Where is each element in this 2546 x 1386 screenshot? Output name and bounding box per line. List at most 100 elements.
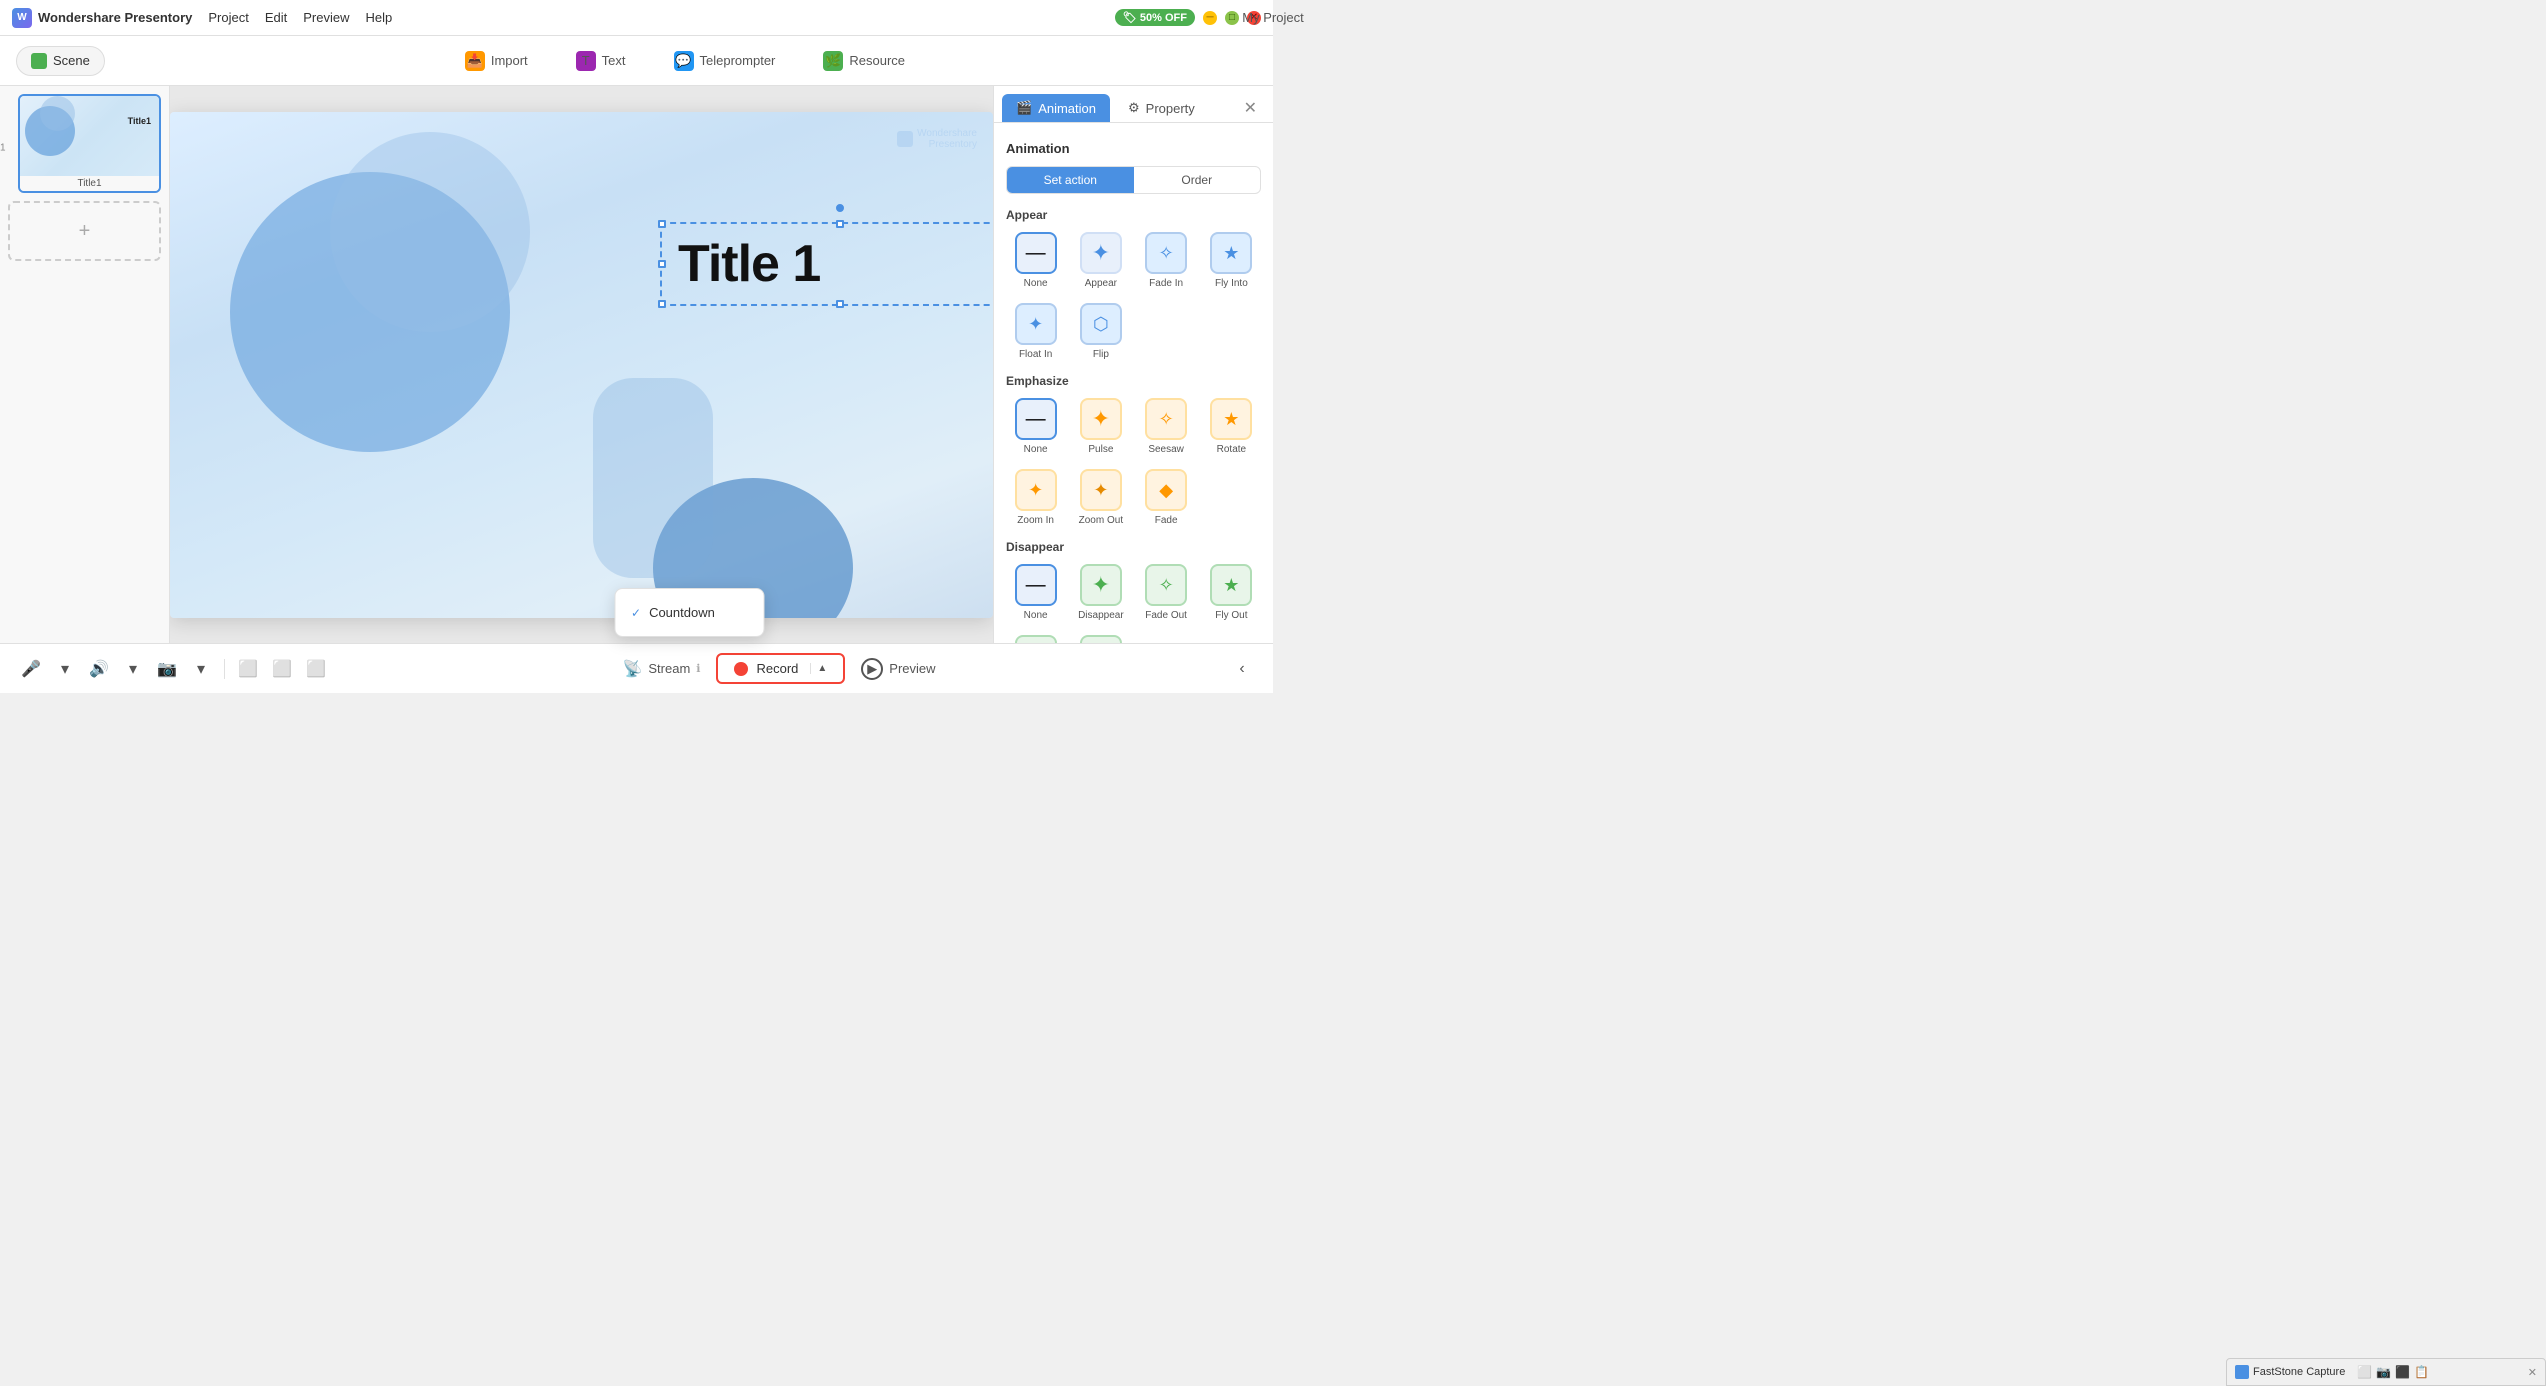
menu-preview[interactable]: Preview	[303, 6, 349, 29]
text-icon: T	[576, 51, 596, 71]
appear-fadein-icon: ✧	[1145, 232, 1187, 274]
emphasize-seesaw-label: Seesaw	[1148, 444, 1184, 455]
emphasize-seesaw-icon: ✧	[1145, 398, 1187, 440]
discount-badge[interactable]: 🏷 50% OFF	[1115, 9, 1195, 26]
toolbar: Scene 📥 Import T Text 💬 Teleprompter 🌿 R…	[0, 36, 1273, 86]
appear-section-label: Appear	[1006, 208, 1261, 222]
emphasize-none-label: None	[1024, 444, 1048, 455]
emphasize-zoomin-label: Zoom In	[1017, 515, 1054, 526]
disappear-disappear[interactable]: ✦ Disappear	[1071, 560, 1130, 625]
appear-none[interactable]: — None	[1006, 228, 1065, 293]
disappear-floatout[interactable]: ✦ Float Out	[1006, 631, 1065, 643]
scene-thumbnail[interactable]: Title1 Title1	[18, 94, 161, 193]
panel-close-button[interactable]: ✕	[1236, 94, 1265, 122]
emphasize-none-icon: —	[1015, 398, 1057, 440]
emphasize-rotate[interactable]: ★ Rotate	[1202, 394, 1261, 459]
handle-top-center[interactable]	[836, 220, 844, 228]
preview-button[interactable]: ▶ Preview	[861, 658, 935, 680]
record-dropdown-arrow[interactable]: ▲	[810, 663, 827, 674]
countdown-label: Countdown	[649, 605, 715, 620]
emphasize-zoomout[interactable]: ✦ Zoom Out	[1071, 465, 1130, 530]
fs-tool-3[interactable]: ⬛	[2395, 1365, 2410, 1379]
scene-label: Title1	[20, 176, 159, 191]
appear-appear[interactable]: ✦ Appear	[1071, 228, 1130, 293]
handle-mid-left[interactable]	[658, 260, 666, 268]
handle-bot-left[interactable]	[658, 300, 666, 308]
disappear-none-label: None	[1024, 610, 1048, 621]
chevron-left[interactable]: ‹	[1227, 654, 1257, 684]
countdown-item[interactable]: ✓ Countdown	[615, 597, 763, 628]
emphasize-pulse[interactable]: ✦ Pulse	[1071, 394, 1130, 459]
fs-tool-1[interactable]: ⬜	[2357, 1365, 2372, 1379]
fs-tool-4[interactable]: 📋	[2414, 1365, 2429, 1379]
camera-dropdown[interactable]: ▾	[186, 654, 216, 684]
thumb-deco-circle-2	[40, 96, 75, 131]
tab-property[interactable]: ⚙ Property	[1114, 94, 1209, 122]
title-text[interactable]: Title 1	[678, 234, 993, 294]
menu-project[interactable]: Project	[208, 6, 248, 29]
appear-fadein[interactable]: ✧ Fade In	[1137, 228, 1196, 293]
add-scene-button[interactable]: +	[8, 201, 161, 261]
resource-label: Resource	[849, 53, 905, 68]
disappear-fadeout[interactable]: ✧ Fade Out	[1137, 560, 1196, 625]
mic-dropdown[interactable]: ▾	[50, 654, 80, 684]
import-button[interactable]: 📥 Import	[457, 47, 536, 75]
appear-floatin-label: Float In	[1019, 349, 1052, 360]
fs-tool-2[interactable]: 📷	[2376, 1365, 2391, 1379]
emphasize-rotate-label: Rotate	[1217, 444, 1246, 455]
text-button[interactable]: T Text	[568, 47, 634, 75]
menu-help[interactable]: Help	[366, 6, 393, 29]
disappear-none[interactable]: — None	[1006, 560, 1065, 625]
property-tab-icon: ⚙	[1128, 100, 1140, 116]
emphasize-zoomin[interactable]: ✦ Zoom In	[1006, 465, 1065, 530]
minimize-button[interactable]: ─	[1203, 11, 1217, 25]
appear-floatin[interactable]: ✦ Float In	[1006, 299, 1065, 364]
rotation-handle[interactable]	[836, 204, 844, 212]
disappear-none-icon: —	[1015, 564, 1057, 606]
stream-button[interactable]: 📡 Stream ℹ	[622, 659, 700, 679]
appear-floatin-icon: ✦	[1015, 303, 1057, 345]
scene-thumb-inner: Title1	[20, 96, 159, 176]
panel-content: Animation Set action Order Appear — None…	[994, 123, 1273, 643]
subtab-set-action[interactable]: Set action	[1007, 167, 1134, 193]
scene-number: 1	[0, 142, 6, 153]
emphasize-none[interactable]: — None	[1006, 394, 1065, 459]
speaker-tool[interactable]: 🔊	[84, 654, 114, 684]
emphasize-zoomin-icon: ✦	[1015, 469, 1057, 511]
layout-2[interactable]: ⬜	[267, 654, 297, 684]
mic-tool[interactable]: 🎤	[16, 654, 46, 684]
faststone-title: FastStone Capture	[2253, 1366, 2345, 1378]
disappear-fadeout-label: Fade Out	[1145, 610, 1187, 621]
layout-1[interactable]: ⬜	[233, 654, 263, 684]
speaker-dropdown[interactable]: ▾	[118, 654, 148, 684]
bottom-center: 📡 Stream ℹ Record ▲ ▶ Preview	[339, 653, 1219, 684]
tab-animation[interactable]: 🎬 Animation	[1002, 94, 1110, 122]
import-icon: 📥	[465, 51, 485, 71]
handle-bot-center[interactable]	[836, 300, 844, 308]
record-button[interactable]: Record ▲	[716, 653, 845, 684]
disappear-flyout[interactable]: ★ Fly Out	[1202, 560, 1261, 625]
teleprompter-button[interactable]: 💬 Teleprompter	[666, 47, 784, 75]
title-text-element[interactable]: Title 1	[660, 222, 993, 306]
emphasize-fade[interactable]: ◆ Fade	[1137, 465, 1196, 530]
disappear-floatout-icon: ✦	[1015, 635, 1057, 643]
emphasize-seesaw[interactable]: ✧ Seesaw	[1137, 394, 1196, 459]
watermark: WondersharePresentory	[897, 128, 977, 150]
bottom-tools: 🎤 ▾ 🔊 ▾ 📷 ▾ ⬜ ⬜ ⬜	[16, 654, 331, 684]
resource-button[interactable]: 🌿 Resource	[815, 47, 913, 75]
disappear-flip[interactable]: ⬡ Flip	[1071, 631, 1130, 643]
subtab-order[interactable]: Order	[1134, 167, 1261, 193]
layout-3[interactable]: ⬜	[301, 654, 331, 684]
emphasize-zoomout-label: Zoom Out	[1079, 515, 1123, 526]
record-label: Record	[756, 661, 798, 676]
scene-button[interactable]: Scene	[16, 46, 105, 76]
menu-edit[interactable]: Edit	[265, 6, 287, 29]
maximize-button[interactable]: □	[1225, 11, 1239, 25]
appear-flyinto[interactable]: ★ Fly Into	[1202, 228, 1261, 293]
appear-flip[interactable]: ⬡ Flip	[1071, 299, 1130, 364]
camera-tool[interactable]: 📷	[152, 654, 182, 684]
appear-flyinto-label: Fly Into	[1215, 278, 1248, 289]
handle-top-left[interactable]	[658, 220, 666, 228]
emphasize-fade-label: Fade	[1155, 515, 1178, 526]
faststone-close[interactable]: ✕	[2528, 1366, 2537, 1379]
